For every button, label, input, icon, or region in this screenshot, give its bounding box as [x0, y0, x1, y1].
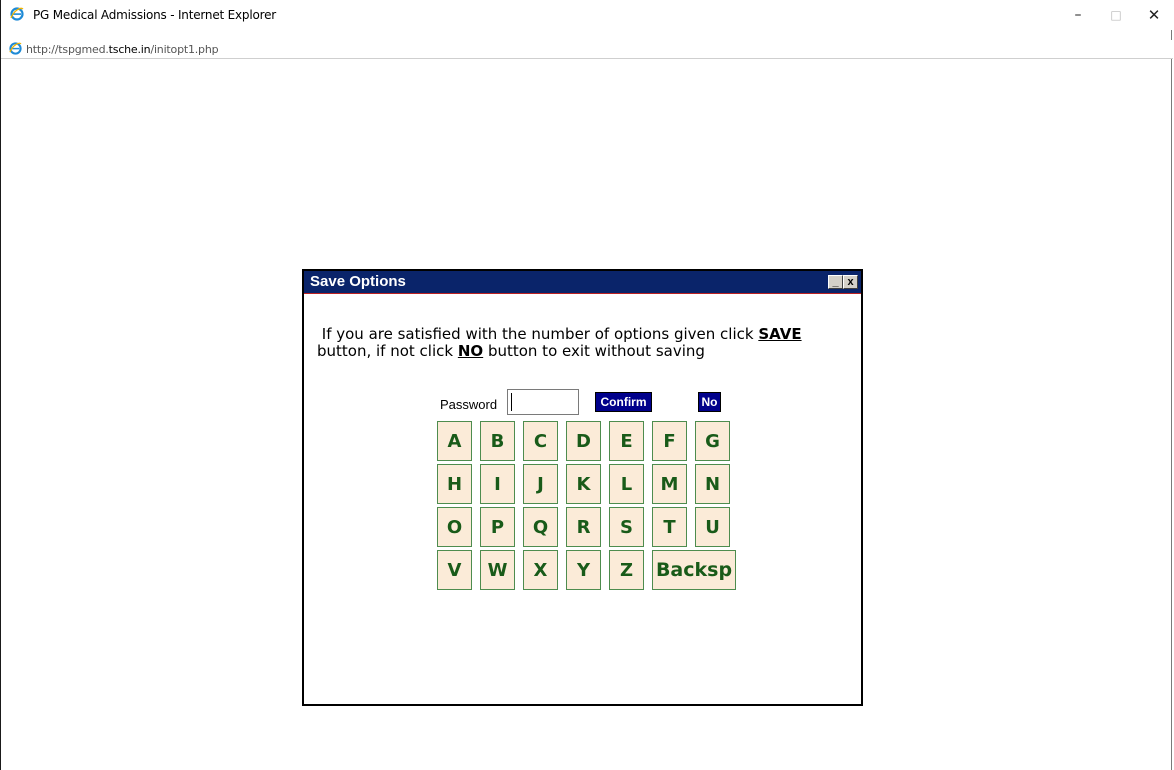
save-options-dialog: Save Options _ x If you are satisfied wi… [302, 269, 863, 706]
key-j[interactable]: J [523, 464, 558, 504]
internet-explorer-icon [9, 42, 22, 55]
no-button[interactable]: No [698, 392, 721, 412]
dialog-close-button[interactable]: x [843, 275, 858, 289]
key-x[interactable]: X [523, 550, 558, 590]
dialog-message: If you are satisfied with the number of … [317, 325, 802, 360]
key-s[interactable]: S [609, 507, 644, 547]
key-b[interactable]: B [480, 421, 515, 461]
window-titlebar: PG Medical Admissions - Internet Explore… [1, 0, 1173, 30]
key-h[interactable]: H [437, 464, 472, 504]
key-l[interactable]: L [609, 464, 644, 504]
address-url: http://tspgmed.tsche.in/initopt1.php [26, 43, 219, 56]
minimize-button[interactable]: – [1059, 0, 1097, 30]
key-p[interactable]: P [480, 507, 515, 547]
key-u[interactable]: U [695, 507, 730, 547]
key-v[interactable]: V [437, 550, 472, 590]
key-r[interactable]: R [566, 507, 601, 547]
key-y[interactable]: Y [566, 550, 601, 590]
window-title: PG Medical Admissions - Internet Explore… [33, 8, 276, 22]
maximize-button[interactable]: □ [1097, 0, 1135, 30]
key-f[interactable]: F [652, 421, 687, 461]
key-w[interactable]: W [480, 550, 515, 590]
key-o[interactable]: O [437, 507, 472, 547]
key-m[interactable]: M [652, 464, 687, 504]
key-e[interactable]: E [609, 421, 644, 461]
dialog-minimize-button[interactable]: _ [828, 275, 843, 289]
password-label: Password [440, 397, 498, 412]
dialog-title: Save Options [310, 273, 406, 290]
password-input[interactable] [507, 389, 579, 415]
key-z[interactable]: Z [609, 550, 644, 590]
key-n[interactable]: N [695, 464, 730, 504]
key-k[interactable]: K [566, 464, 601, 504]
address-bar[interactable]: http://tspgmed.tsche.in/initopt1.php [1, 40, 1173, 59]
confirm-button[interactable]: Confirm [595, 392, 652, 412]
key-c[interactable]: C [523, 421, 558, 461]
key-g[interactable]: G [695, 421, 730, 461]
key-t[interactable]: T [652, 507, 687, 547]
dialog-titlebar: Save Options _ x [304, 271, 861, 294]
close-button[interactable]: ✕ [1135, 0, 1173, 30]
key-d[interactable]: D [566, 421, 601, 461]
key-backspace[interactable]: Backsp [652, 550, 736, 590]
key-i[interactable]: I [480, 464, 515, 504]
key-a[interactable]: A [437, 421, 472, 461]
key-q[interactable]: Q [523, 507, 558, 547]
internet-explorer-icon [10, 7, 24, 21]
